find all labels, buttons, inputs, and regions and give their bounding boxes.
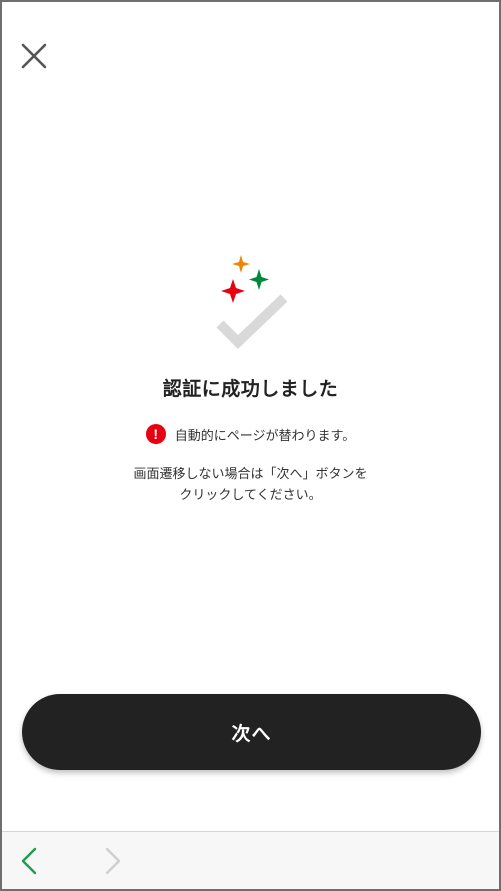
close-button[interactable]: [18, 40, 52, 74]
next-button[interactable]: 次へ: [22, 694, 481, 770]
back-button[interactable]: [18, 846, 42, 876]
chevron-right-icon: [105, 847, 121, 875]
page-title: 認証に成功しました: [162, 378, 339, 400]
description-line-2: クリックしてください。: [179, 488, 322, 503]
success-illustration: [208, 250, 298, 360]
checkmark-with-sparkles-icon: [216, 255, 288, 349]
redirect-description: 画面遷移しない場合は「次へ」ボタンを クリックしてください。: [2, 464, 499, 506]
screen: 認証に成功しました ! 自動的にページが替わります。 画面遷移しない場合は「次へ…: [0, 0, 501, 891]
auto-redirect-notice: ! 自動的にページが替わります。: [2, 424, 499, 444]
alert-icon: !: [145, 424, 166, 444]
browser-toolbar: [2, 831, 499, 889]
notice-text: 自動的にページが替わります。: [174, 428, 356, 444]
chevron-left-icon: [21, 847, 37, 875]
description-line-1: 画面遷移しない場合は「次へ」ボタンを: [133, 467, 368, 482]
close-icon: [21, 43, 47, 69]
forward-button[interactable]: [100, 846, 124, 876]
